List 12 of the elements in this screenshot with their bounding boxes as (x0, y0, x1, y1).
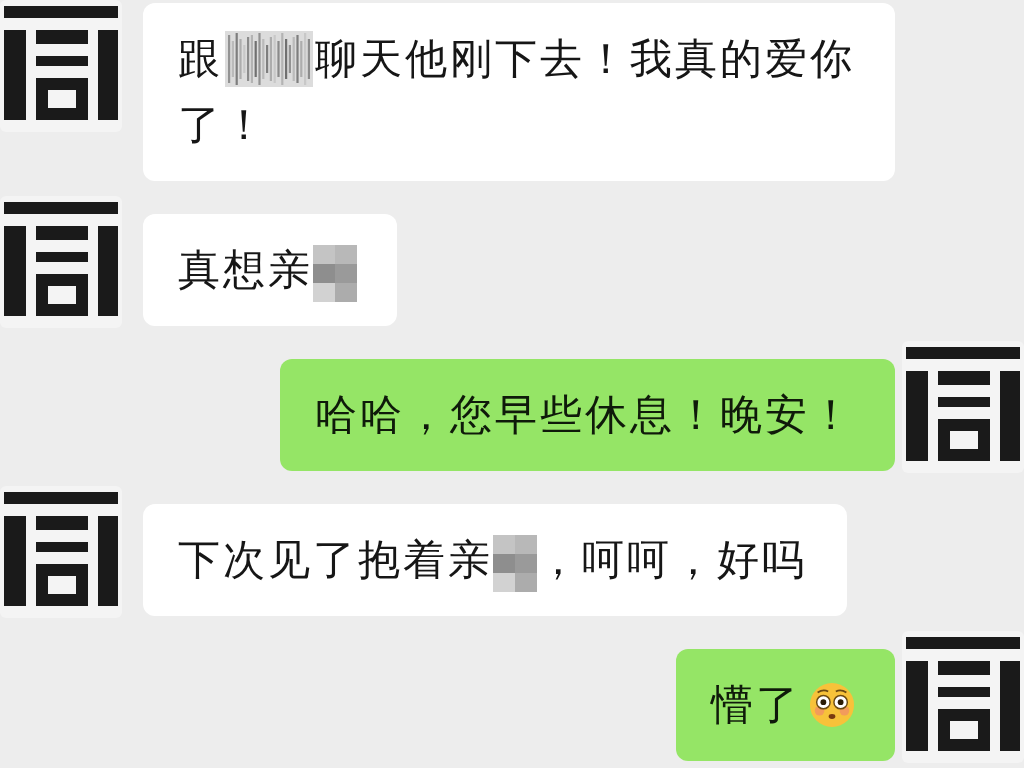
pixelated-patch-icon (313, 244, 357, 302)
message-text: 跟 (178, 34, 223, 84)
message-text: ，呵呵，好吗 (537, 535, 807, 585)
message-text: 聊天他刚下去！我真的爱你 (315, 34, 855, 84)
message-text: 哈哈，您早些休息！晚安！ (315, 390, 855, 440)
message-text: 下次见了抱着亲 (178, 535, 493, 585)
message-text: 懵了 (711, 680, 801, 730)
blurred-patch-icon (225, 31, 313, 87)
message-text: 了！ (178, 100, 268, 150)
pixelated-patch-icon (493, 534, 537, 592)
message-text: 真想亲 (178, 245, 313, 295)
flushed-face-icon (809, 682, 855, 728)
